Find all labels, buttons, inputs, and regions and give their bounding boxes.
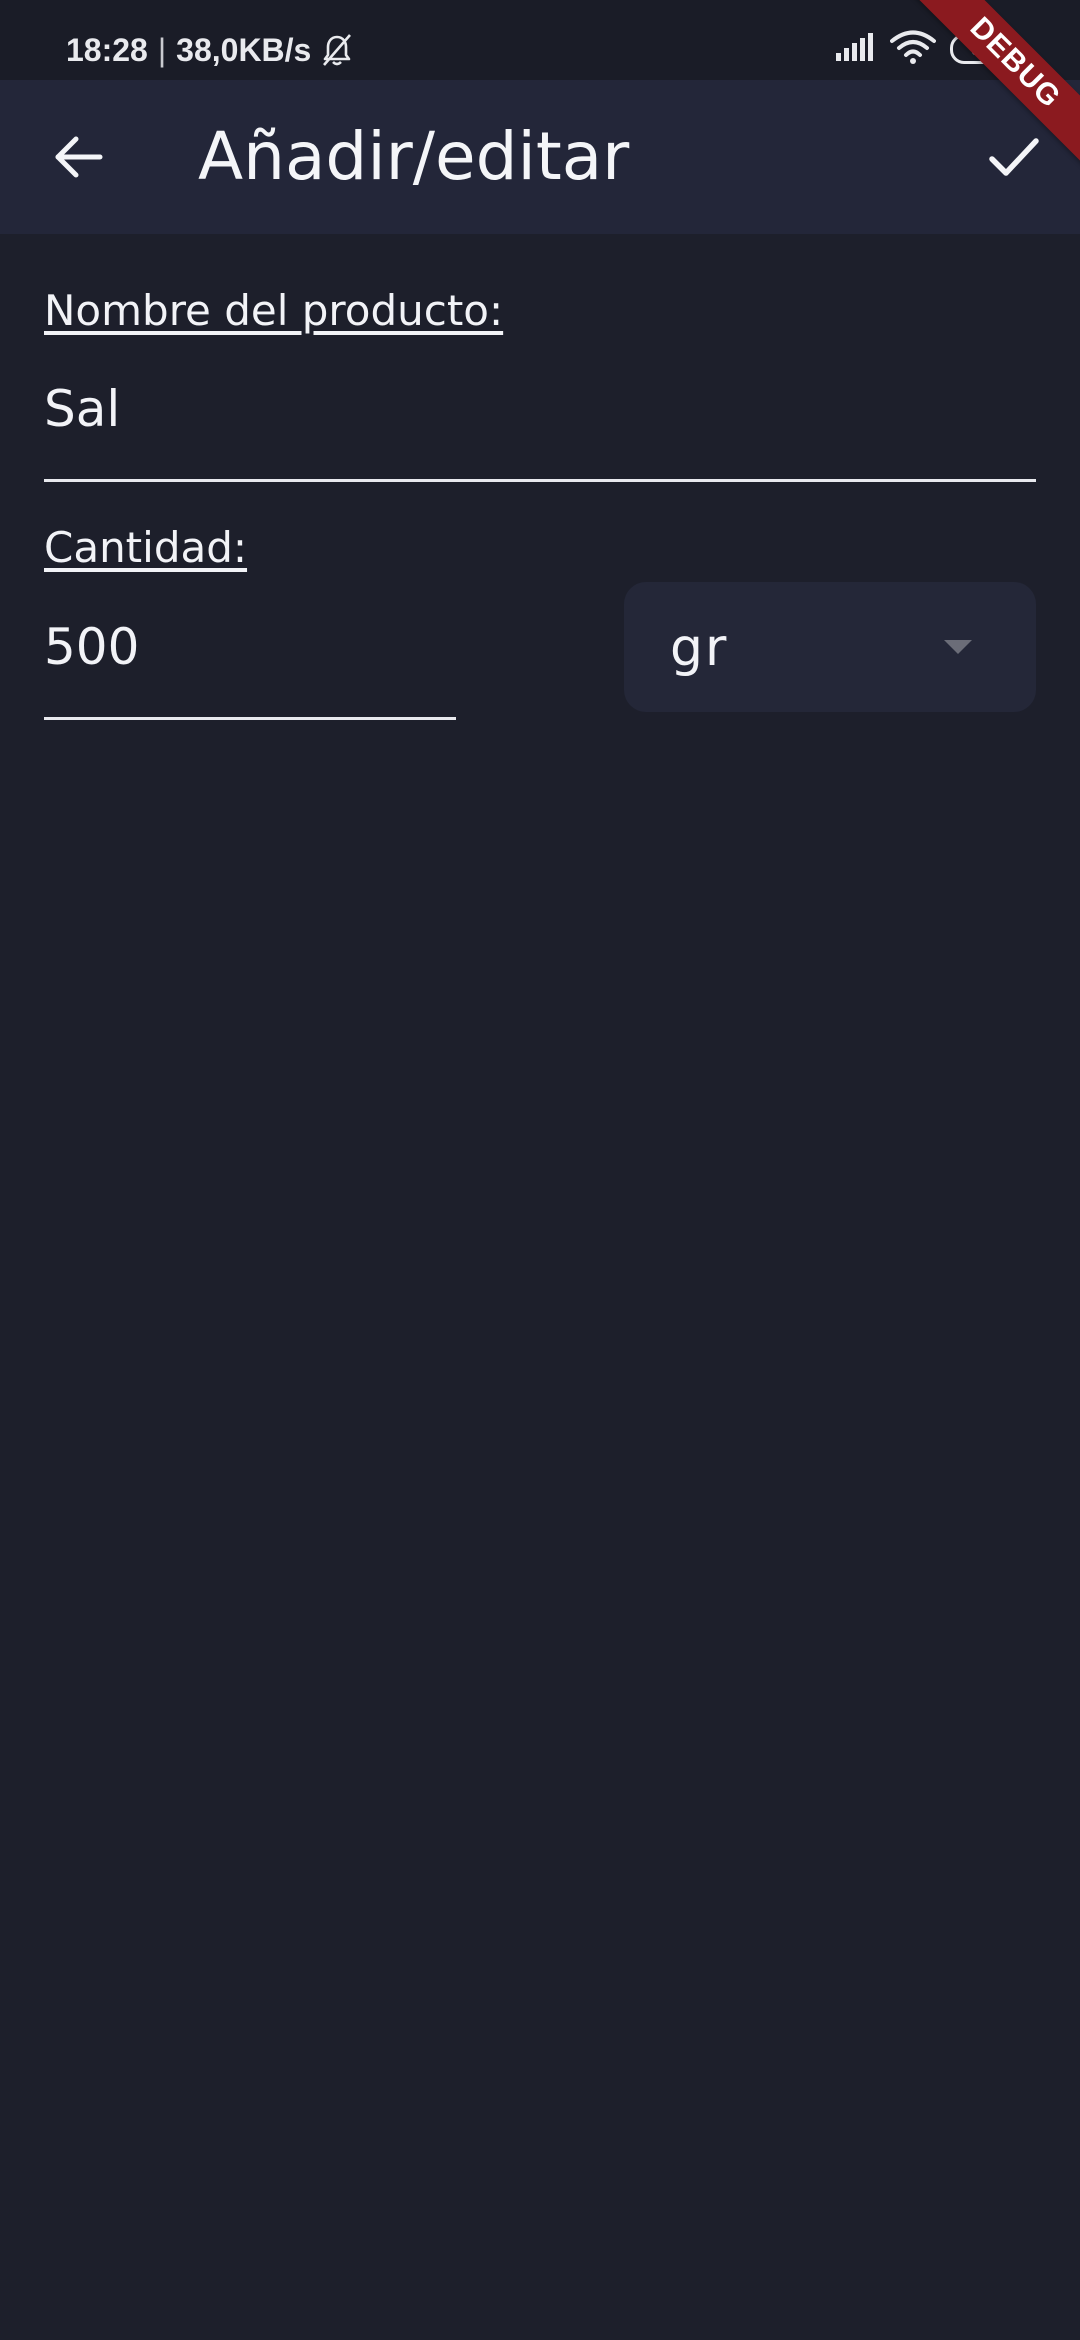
status-bar: 18:28 | 38,0KB/s [0, 0, 1080, 80]
app-bar: Añadir/editar [0, 80, 1080, 234]
product-name-label: Nombre del producto: [44, 286, 504, 335]
unit-dropdown[interactable]: gr [624, 582, 1036, 712]
quantity-underline [44, 717, 456, 720]
confirm-button[interactable] [974, 117, 1054, 197]
product-name-underline [44, 479, 1036, 482]
page-title: Añadir/editar [198, 118, 630, 195]
status-separator: | [157, 31, 167, 68]
signal-icon [834, 33, 876, 65]
quantity-input[interactable]: 500 [44, 618, 139, 676]
status-time: 18:28 [66, 31, 148, 68]
network-speed: 38,0KB/s [176, 31, 312, 68]
back-button[interactable] [38, 117, 118, 197]
quantity-label: Cantidad: [44, 523, 248, 572]
bell-off-icon [319, 32, 355, 68]
wifi-icon [890, 30, 936, 68]
product-name-input[interactable]: Sal [44, 380, 120, 438]
arrow-back-icon [55, 136, 103, 178]
chevron-down-icon [944, 640, 972, 654]
unit-selected-value: gr [670, 618, 729, 678]
status-left: 18:28 | 38,0KB/s [66, 28, 355, 72]
check-icon [989, 138, 1039, 176]
